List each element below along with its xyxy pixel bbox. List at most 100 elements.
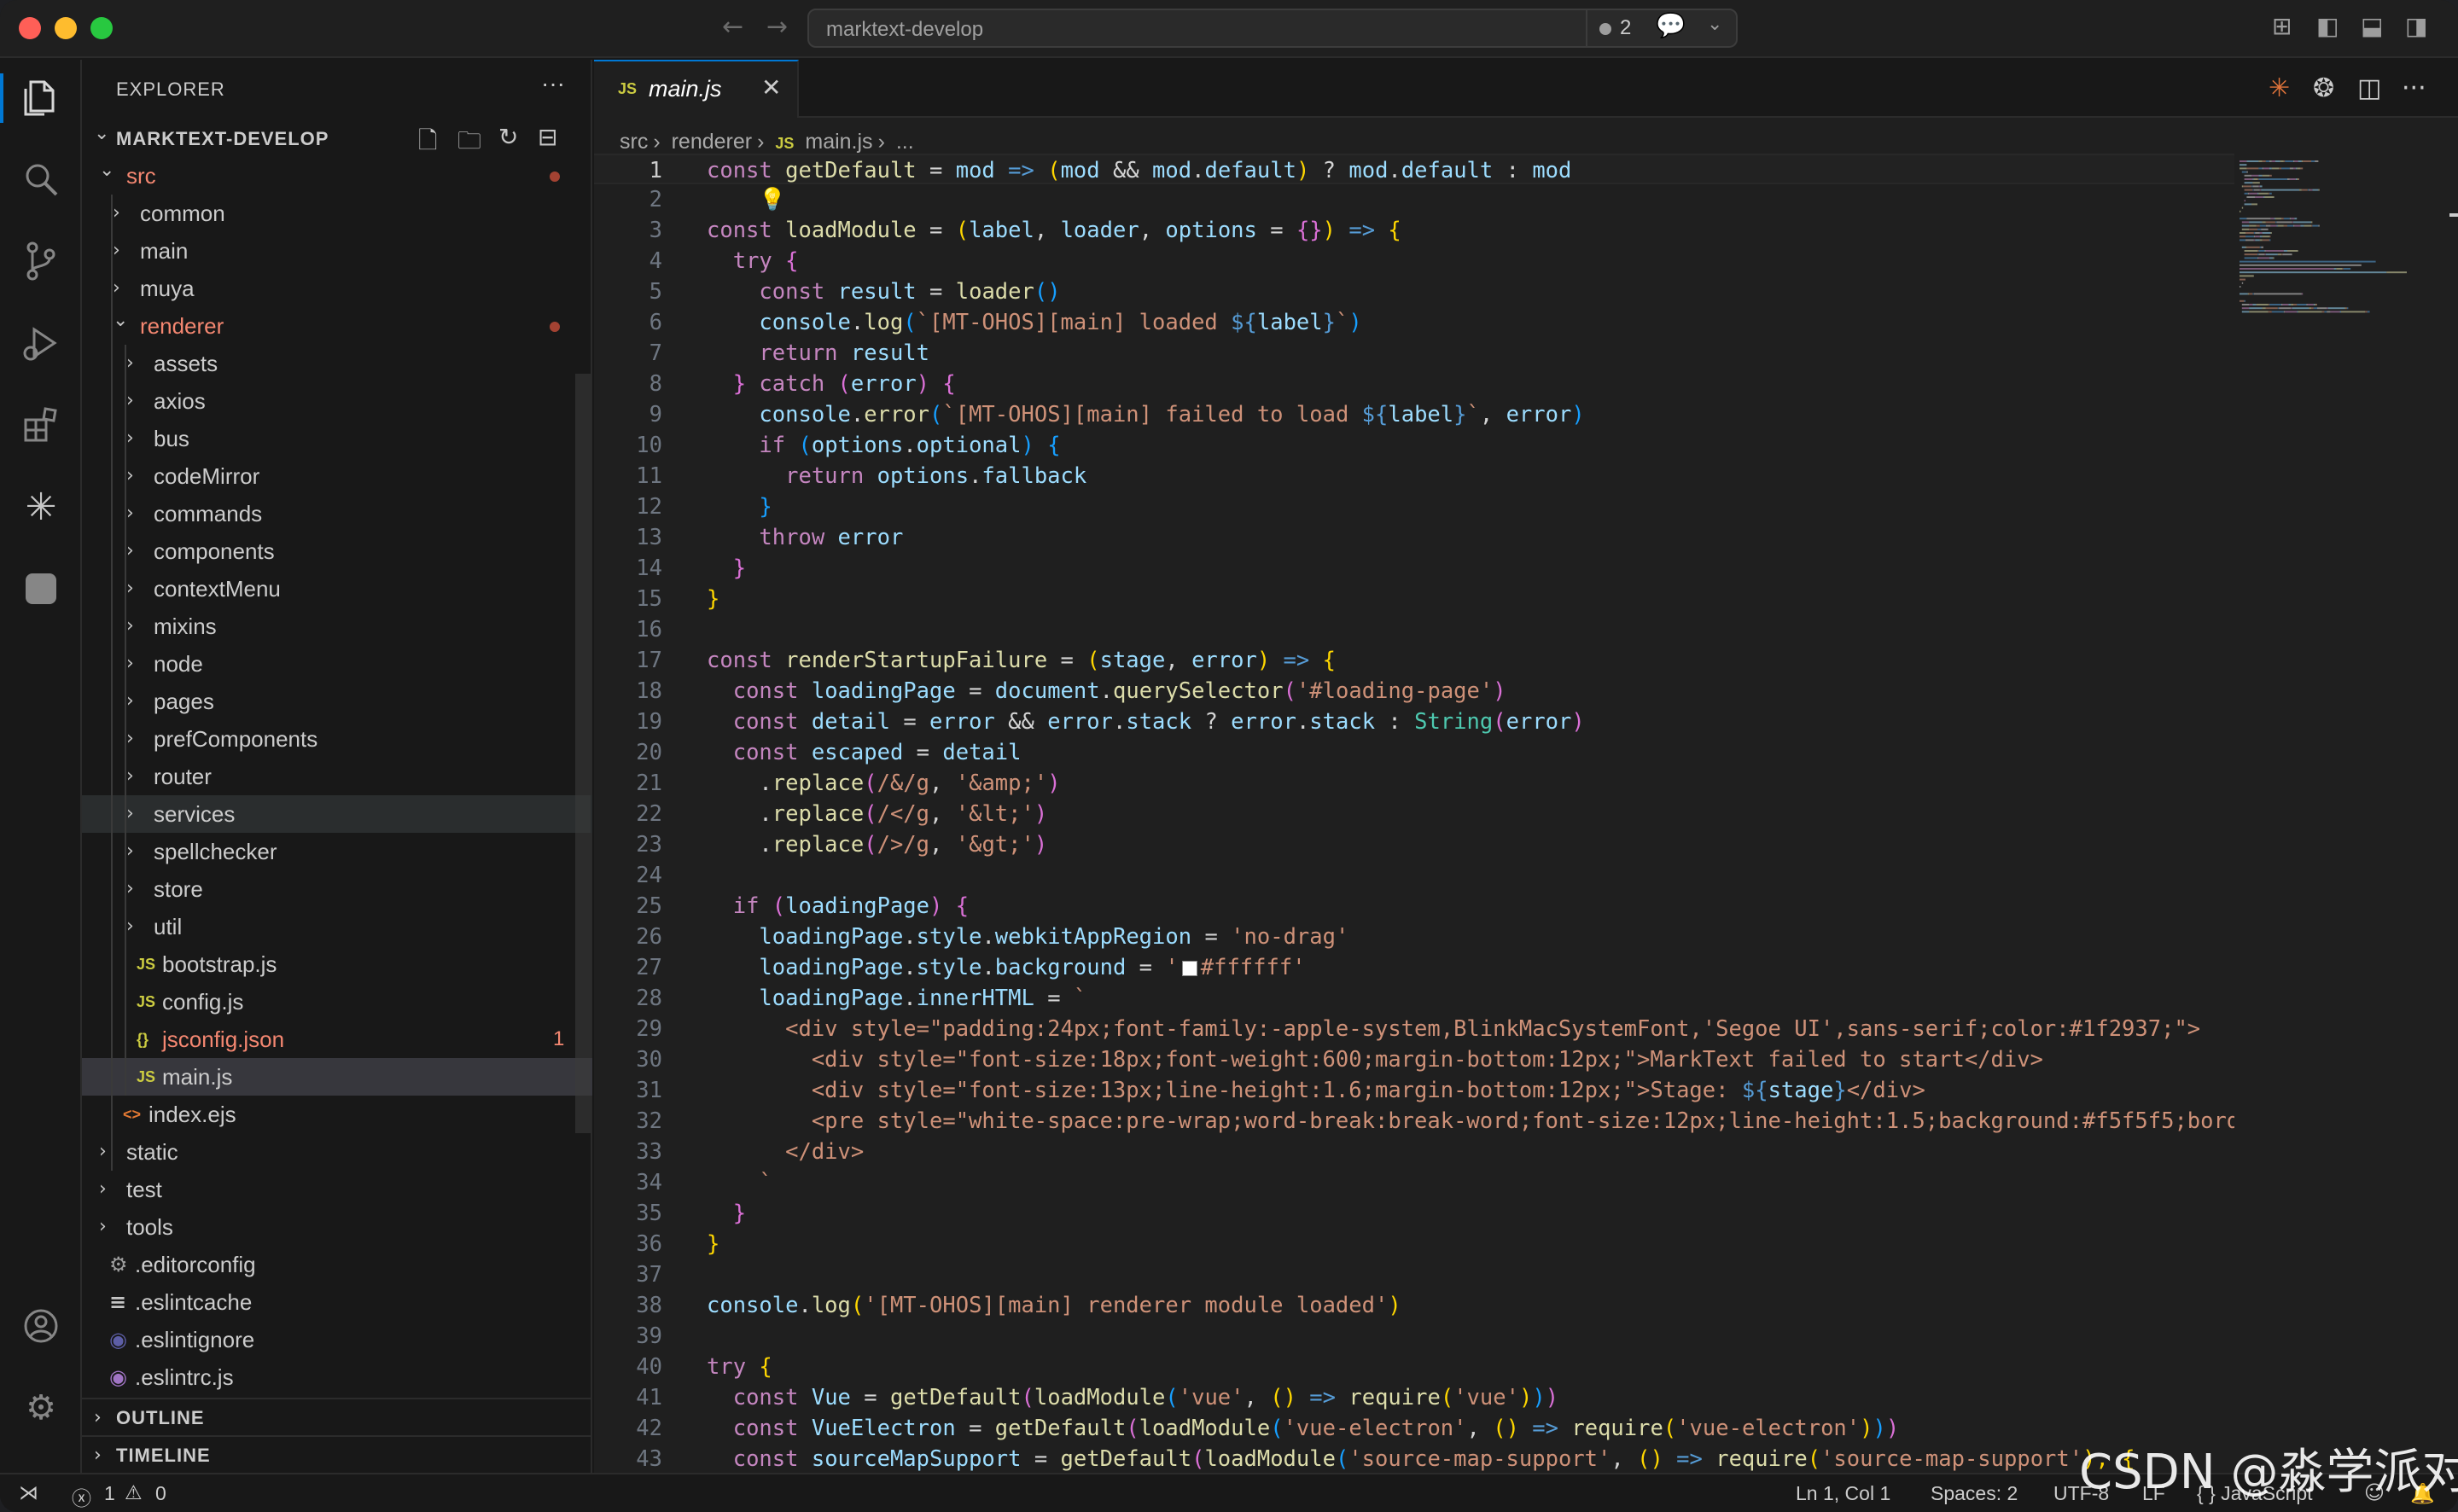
code-line[interactable]: 8 } catch (error) { (594, 369, 2234, 399)
code-line[interactable]: 35 } (594, 1198, 2234, 1229)
folder-router[interactable]: › router (82, 758, 592, 795)
toggle-panel-icon[interactable]: ⬓ (2361, 12, 2383, 40)
refresh-icon[interactable]: ↻ (498, 123, 518, 151)
folder-store[interactable]: › store (82, 870, 592, 908)
file-eslintignore[interactable]: ◉ .eslintignore (82, 1321, 592, 1358)
code-line[interactable]: 12 } (594, 491, 2234, 522)
chevron-down-icon[interactable]: ⌄ (1707, 14, 1722, 35)
workspace-root[interactable]: ⌄ MARKTEXT-DEVELOP 🗋 🗀 ↻ ⊟ (82, 119, 592, 155)
folder-tools[interactable]: › tools (82, 1208, 592, 1246)
minimap-slider[interactable] (2449, 213, 2458, 217)
folder-services[interactable]: › services (82, 795, 592, 833)
cursor-position[interactable]: Ln 1, Col 1 (1796, 1482, 1890, 1505)
file-editorconfig[interactable]: ⚙ .editorconfig (82, 1246, 592, 1283)
explorer-icon[interactable] (20, 77, 61, 118)
code-line[interactable]: 32 <pre style="white-space:pre-wrap;word… (594, 1106, 2234, 1137)
folder-main[interactable]: › main (82, 232, 592, 270)
customize-layout-icon[interactable]: ⊞ (2272, 12, 2292, 40)
toggle-secondary-sidebar-icon[interactable]: ◨ (2405, 12, 2427, 40)
file-jsconfig-json[interactable]: {} jsconfig.json 1 (82, 1021, 592, 1058)
code-line[interactable]: 40 try { (594, 1352, 2234, 1382)
source-control-icon[interactable] (20, 241, 61, 282)
account-icon[interactable] (20, 1306, 61, 1346)
file-eslintcache[interactable]: ≡ .eslintcache (82, 1283, 592, 1321)
code-line[interactable]: 16 (594, 614, 2234, 645)
openai-icon[interactable]: ❂ (2313, 73, 2334, 103)
forward-arrow-icon[interactable]: → (766, 12, 788, 42)
timeline-section[interactable]: › TIMELINE (82, 1435, 592, 1473)
folder-test[interactable]: › test (82, 1171, 592, 1208)
file-main-js[interactable]: JS main.js (82, 1058, 592, 1096)
folder-mixins[interactable]: › mixins (82, 608, 592, 645)
explorer-more-icon[interactable]: ··· (541, 70, 565, 97)
split-editor-icon[interactable]: ◫ (2357, 73, 2381, 103)
code-line[interactable]: 34 ` (594, 1167, 2234, 1198)
code-line[interactable]: 38 console.log('[MT-OHOS][main] renderer … (594, 1290, 2234, 1321)
folder-static[interactable]: › static (82, 1133, 592, 1171)
file-config-js[interactable]: JS config.js (82, 983, 592, 1021)
command-center[interactable]: marktext-develop 2 💬 ⌄ (807, 9, 1738, 48)
editor-more-icon[interactable]: ··· (2402, 73, 2426, 103)
code-line[interactable]: 7 return result (594, 338, 2234, 369)
code-line[interactable]: 25 if (loadingPage) { (594, 891, 2234, 922)
code-line[interactable]: 2 💡 (594, 184, 2234, 215)
code-line[interactable]: 36} (594, 1229, 2234, 1259)
folder-assets[interactable]: › assets (82, 345, 592, 382)
breadcrumb-symbols[interactable]: ... (896, 130, 914, 154)
code-line[interactable]: 29 <div style="padding:24px;font-family:… (594, 1014, 2234, 1044)
code-line[interactable]: 42 const VueElectron = getDefault(loadMo… (594, 1413, 2234, 1444)
code-line[interactable]: 24 (594, 860, 2234, 891)
folder-muya[interactable]: › muya (82, 270, 592, 307)
remote-explorer-icon[interactable] (20, 568, 61, 609)
file-index-ejs[interactable]: <> index.ejs (82, 1096, 592, 1133)
code-line[interactable]: 9 console.error(`[MT-OHOS][main] failed … (594, 399, 2234, 430)
code-line[interactable]: 43 const sourceMapSupport = getDefault(l… (594, 1444, 2234, 1473)
code-line[interactable]: 30 <div style="font-size:18px;font-weigh… (594, 1044, 2234, 1075)
close-window-button[interactable] (19, 17, 41, 39)
code-line[interactable]: 3 const loadModule = (label, loader, opti… (594, 215, 2234, 246)
file-eslintrc-js[interactable]: ◉ .eslintrc.js (82, 1358, 592, 1396)
code-line[interactable]: 33 </div> (594, 1137, 2234, 1167)
folder-common[interactable]: › common (82, 195, 592, 232)
minimize-window-button[interactable] (55, 17, 77, 39)
code-line[interactable]: 23 .replace(/>/g, '&gt;') (594, 829, 2234, 860)
back-arrow-icon[interactable]: ← (722, 12, 743, 42)
folder-spellchecker[interactable]: › spellchecker (82, 833, 592, 870)
code-line[interactable]: 20 const escaped = detail (594, 737, 2234, 768)
toggle-primary-sidebar-icon[interactable]: ◧ (2316, 12, 2339, 40)
outline-section[interactable]: › OUTLINE (82, 1398, 592, 1435)
minimap[interactable] (2234, 154, 2458, 1473)
color-swatch-icon[interactable] (1181, 961, 1197, 976)
run-debug-icon[interactable] (20, 323, 61, 363)
code-line[interactable]: 1 const getDefault = mod => (mod && mod.d… (594, 154, 2234, 184)
breadcrumb-main-js[interactable]: main.js (805, 130, 872, 154)
breadcrumb-src[interactable]: src (620, 130, 648, 154)
folder-contextmenu[interactable]: › contextMenu (82, 570, 592, 608)
maximize-window-button[interactable] (90, 17, 113, 39)
folder-codemirror[interactable]: › codeMirror (82, 457, 592, 495)
code-line[interactable]: 22 .replace(/</g, '&lt;') (594, 799, 2234, 829)
claude-code-icon[interactable]: ✳ (2269, 73, 2290, 103)
warning-count[interactable]: 0 (155, 1482, 166, 1505)
code-line[interactable]: 19 const detail = error && error.stack ?… (594, 707, 2234, 737)
file-bootstrap-js[interactable]: JS bootstrap.js (82, 945, 592, 983)
folder-pages[interactable]: › pages (82, 683, 592, 720)
code-line[interactable]: 37 (594, 1259, 2234, 1290)
folder-util[interactable]: › util (82, 908, 592, 945)
warning-icon[interactable]: ⚠ (125, 1482, 143, 1504)
code-line[interactable]: 21 .replace(/&/g, '&amp;') (594, 768, 2234, 799)
indentation[interactable]: Spaces: 2 (1931, 1482, 2018, 1505)
gear-icon[interactable]: ⚙ (20, 1387, 61, 1428)
sidebar-scrollbar[interactable] (575, 374, 591, 1133)
close-tab-icon[interactable]: ✕ (761, 73, 781, 102)
code-line[interactable]: 17 const renderStartupFailure = (stage, e… (594, 645, 2234, 676)
code-line[interactable]: 39 (594, 1321, 2234, 1352)
folder-bus[interactable]: › bus (82, 420, 592, 457)
folder-prefcomponents[interactable]: › prefComponents (82, 720, 592, 758)
code-line[interactable]: 28 loadingPage.innerHTML = ` (594, 983, 2234, 1014)
code-line[interactable]: 26 loadingPage.style.webkitAppRegion = '… (594, 922, 2234, 952)
extensions-icon[interactable] (20, 404, 61, 445)
folder-renderer[interactable]: ⌄ renderer (82, 307, 592, 345)
folder-components[interactable]: › components (82, 532, 592, 570)
remote-icon[interactable]: ⋊ (19, 1482, 38, 1504)
